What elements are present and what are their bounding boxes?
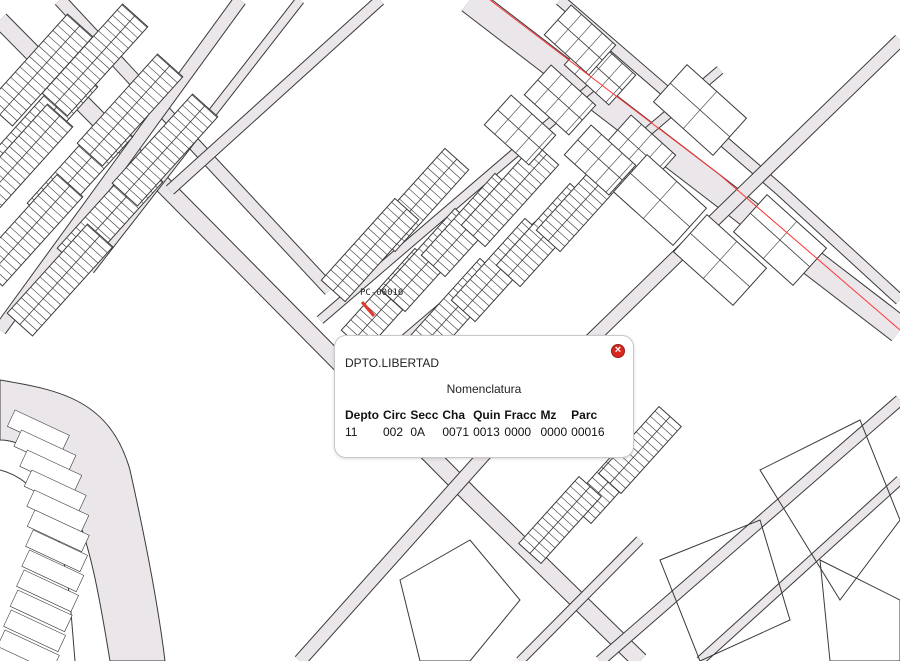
- column-header: Depto: [345, 408, 379, 422]
- table-cell: 0071: [442, 425, 470, 439]
- table-row: 11 002 0A 0071 0013 0000 0000 00016: [343, 425, 607, 439]
- nomenclature-table: Depto Circ Secc Cha Quin Fracc Mz Parc 1…: [343, 408, 607, 439]
- table-cell: 0000: [504, 425, 532, 439]
- popup-title: DPTO.LIBERTAD: [345, 356, 440, 370]
- column-header: Quin: [473, 408, 501, 422]
- info-popup: DPTO.LIBERTAD × Nomenclatura Depto Circ …: [334, 335, 634, 458]
- popup-subtitle: Nomenclatura: [446, 382, 522, 396]
- table-cell: 002: [383, 425, 404, 439]
- table-cell: 00016: [571, 425, 605, 439]
- column-header: Circ: [383, 408, 407, 422]
- column-header: Cha: [442, 408, 466, 422]
- parcel-label: PC-00016: [360, 288, 403, 298]
- close-icon[interactable]: ×: [611, 344, 625, 358]
- table-cell: 11: [345, 425, 358, 439]
- column-header: Secc: [410, 408, 439, 422]
- table-cell: 0A: [410, 425, 426, 439]
- table-header-row: Depto Circ Secc Cha Quin Fracc Mz Parc: [343, 408, 607, 425]
- table-cell: 0000: [540, 425, 568, 439]
- cadastral-map[interactable]: PC-00016: [0, 0, 900, 661]
- column-header: Parc: [571, 408, 598, 422]
- column-header: Fracc: [504, 408, 537, 422]
- column-header: Mz: [540, 408, 557, 422]
- table-cell: 0013: [473, 425, 500, 439]
